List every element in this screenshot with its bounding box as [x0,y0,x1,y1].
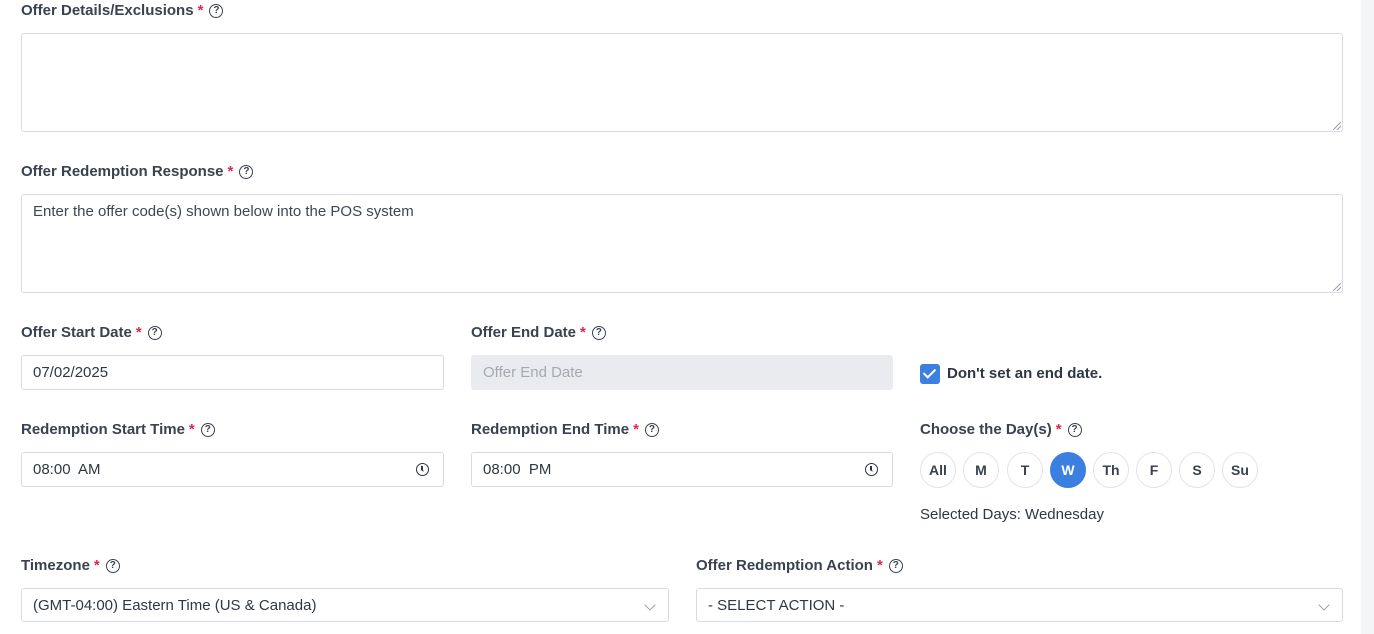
redemption-response-textarea[interactable]: Enter the offer code(s) shown below into… [21,194,1343,293]
help-icon[interactable]: ? [239,164,254,179]
required-marker: * [188,421,195,438]
required-marker: * [227,163,234,180]
help-icon[interactable]: ? [591,325,606,340]
selected-days-text: Selected Days: Wednesday [920,506,1104,523]
scrollbar-track[interactable] [1361,0,1374,634]
no-end-date-label[interactable]: Don't set an end date. [947,365,1102,382]
end-time-input[interactable]: 08:00 PM [471,452,893,487]
required-marker: * [876,557,883,574]
help-icon[interactable]: ? [644,422,659,437]
day-button-wednesday[interactable]: W [1050,452,1086,488]
redemption-action-label: Offer Redemption Action *? [696,557,903,574]
help-icon[interactable]: ? [1067,422,1082,437]
day-button-thursday[interactable]: Th [1093,452,1129,488]
required-marker: * [135,324,142,341]
chevron-down-icon [644,599,656,611]
chevron-down-icon [1318,599,1330,611]
help-icon[interactable]: ? [209,3,224,18]
day-button-all[interactable]: All [920,452,956,488]
offer-details-label: Offer Details/Exclusions *? [21,2,224,19]
redemption-action-select[interactable]: - SELECT ACTION - [696,588,1343,622]
clock-icon[interactable] [865,463,878,476]
required-marker: * [633,421,639,438]
resize-handle-icon[interactable] [1333,283,1341,291]
day-button-tuesday[interactable]: T [1007,452,1043,488]
help-icon[interactable]: ? [147,325,162,340]
end-date-input[interactable]: Offer End Date [471,355,893,390]
required-marker: * [197,2,204,19]
redemption-response-label: Offer Redemption Response *? [21,163,254,180]
timezone-select[interactable]: (GMT-04:00) Eastern Time (US & Canada) [21,588,669,622]
help-icon[interactable]: ? [200,422,215,437]
day-button-saturday[interactable]: S [1179,452,1215,488]
required-marker: * [580,324,586,341]
day-button-sunday[interactable]: Su [1222,452,1258,488]
day-button-friday[interactable]: F [1136,452,1172,488]
required-marker: * [93,557,100,574]
start-time-input[interactable]: 08:00 AM [21,452,444,487]
resize-handle-icon[interactable] [1333,122,1341,130]
offer-details-textarea[interactable] [21,33,1343,132]
start-time-label: Redemption Start Time *? [21,421,215,438]
help-icon[interactable]: ? [888,558,903,573]
start-date-label: Offer Start Date *? [21,324,162,341]
days-label: Choose the Day(s) *? [920,421,1082,438]
timezone-label: Timezone *? [21,557,120,574]
day-button-monday[interactable]: M [963,452,999,488]
end-time-label: Redemption End Time *? [471,421,659,438]
required-marker: * [1055,421,1062,438]
no-end-date-checkbox[interactable] [920,364,940,384]
start-date-input[interactable]: 07/02/2025 [21,355,444,390]
end-date-label: Offer End Date *? [471,324,606,341]
clock-icon[interactable] [416,463,429,476]
help-icon[interactable]: ? [105,558,120,573]
